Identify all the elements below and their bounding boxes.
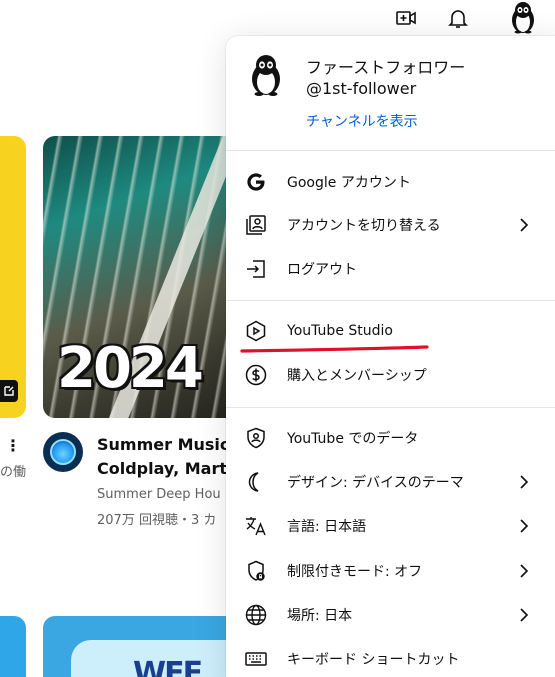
restricted-mode-icon	[244, 559, 268, 583]
chevron-right-icon	[520, 608, 529, 622]
menu-item-label: ログアウト	[287, 262, 357, 278]
youtube-studio-icon	[244, 319, 268, 343]
account-menu-header: ファーストフォロワー @1st-follower チャンネルを表示	[226, 36, 555, 151]
menu-item-label: 言語: 日本語	[287, 519, 367, 535]
menu-item-language[interactable]: 言語: 日本語	[226, 506, 555, 546]
moon-icon	[244, 470, 268, 494]
chevron-right-icon	[520, 218, 529, 232]
google-icon	[244, 170, 268, 194]
video-thumbnail-left[interactable]	[0, 136, 26, 418]
dollar-icon	[244, 363, 268, 387]
globe-icon	[244, 603, 268, 627]
video-meta: 207万 回視聴・3 カ	[97, 513, 217, 528]
menu-item-keyboard-shortcuts[interactable]: キーボード ショートカット	[226, 639, 555, 677]
chevron-right-icon	[520, 564, 529, 578]
chevron-right-icon	[520, 475, 529, 489]
menu-item-label: Google アカウント	[287, 175, 411, 191]
account-menu: ファーストフォロワー @1st-follower チャンネルを表示 Google…	[226, 36, 555, 677]
channel-avatar[interactable]	[43, 432, 83, 472]
menu-item-switch-account[interactable]: アカウントを切り替える	[226, 205, 555, 245]
menu-divider	[226, 407, 555, 408]
view-channel-link[interactable]: チャンネルを表示	[306, 111, 418, 131]
menu-item-label: 購入とメンバーシップ	[287, 368, 427, 384]
menu-item-label: 場所: 日本	[287, 608, 353, 624]
translate-icon	[244, 514, 268, 538]
menu-item-label: アカウントを切り替える	[287, 218, 441, 234]
menu-item-your-data[interactable]: YouTube でのデータ	[226, 418, 555, 458]
menu-item-appearance[interactable]: デザイン: デバイスのテーマ	[226, 462, 555, 502]
annotation-underline	[240, 345, 429, 353]
menu-divider	[226, 150, 555, 151]
account-name: ファーストフォロワー	[306, 58, 466, 77]
video-thumbnail-bottom-left[interactable]	[0, 616, 26, 677]
menu-item-label: 制限付きモード: オフ	[287, 564, 423, 580]
account-handle: @1st-follower	[306, 79, 417, 98]
thumbnail-text: WEF	[133, 656, 203, 677]
notifications-bell-icon[interactable]	[444, 4, 472, 32]
create-video-icon[interactable]	[392, 4, 420, 32]
sign-out-icon	[244, 257, 268, 281]
keyboard-icon	[244, 647, 268, 671]
chevron-right-icon	[520, 519, 529, 533]
youtube-page: 2024 ⋮ の働 Summer Music M Coldplay, Marti…	[0, 0, 555, 677]
menu-item-location[interactable]: 場所: 日本	[226, 595, 555, 635]
switch-account-icon	[244, 213, 268, 237]
account-avatar-icon[interactable]	[507, 0, 539, 34]
thumbnail-year-text: 2024	[57, 336, 204, 401]
menu-item-restricted-mode[interactable]: 制限付きモード: オフ	[226, 551, 555, 591]
menu-item-google-account[interactable]: Google アカウント	[226, 162, 555, 202]
shield-user-icon	[244, 426, 268, 450]
menu-item-label: デザイン: デバイスのテーマ	[287, 475, 464, 491]
menu-item-sign-out[interactable]: ログアウト	[226, 249, 555, 289]
external-link-icon[interactable]	[0, 380, 18, 402]
left-video-meta: の働	[0, 465, 27, 480]
menu-item-label: YouTube Studio	[287, 323, 393, 339]
menu-avatar-icon	[244, 52, 288, 96]
menu-item-label: キーボード ショートカット	[287, 652, 460, 668]
menu-item-purchases[interactable]: 購入とメンバーシップ	[226, 355, 555, 395]
video-title[interactable]: Summer Music M Coldplay, Martin	[97, 433, 237, 481]
menu-item-label: YouTube でのデータ	[287, 431, 419, 447]
menu-divider	[226, 300, 555, 301]
more-options-icon[interactable]: ⋮	[5, 436, 21, 455]
video-channel-name[interactable]: Summer Deep Hou	[97, 487, 221, 502]
